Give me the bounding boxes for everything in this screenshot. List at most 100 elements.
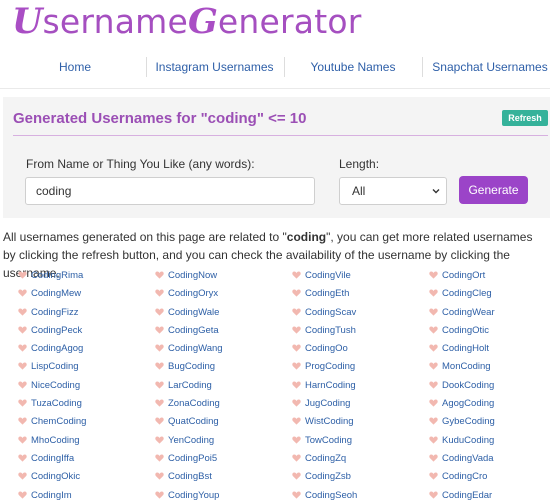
username-link[interactable]: CodingPeck [18,322,86,340]
username-link[interactable]: TuzaCoding [18,395,86,413]
username-link[interactable]: CodingMew [18,285,86,303]
refresh-button[interactable]: Refresh [502,110,548,126]
username-text: CodingScav [305,306,357,318]
username-link[interactable]: NiceCoding [18,377,86,395]
username-link[interactable]: CodingCro [429,468,495,486]
username-link[interactable]: DookCoding [429,377,495,395]
username-text: WistCoding [305,416,354,428]
username-link[interactable]: CodingBst [155,468,223,486]
username-text: CodingOo [305,343,348,355]
username-link[interactable]: CodingPoi5 [155,450,223,468]
nav-home[interactable]: Home [0,52,150,82]
length-select[interactable]: All [339,177,447,205]
username-link[interactable]: CodingWang [155,340,223,358]
username-text: ZonaCoding [168,398,220,410]
username-link[interactable]: CodingSeoh [292,487,357,502]
username-text: CodingCro [442,471,488,483]
username-text: CodingBst [168,471,212,483]
username-link[interactable]: CodingRima [18,267,86,285]
username-link[interactable]: CodingVada [429,450,495,468]
username-link[interactable]: ChemCoding [18,413,86,431]
heart-icon [292,308,301,316]
generate-button[interactable]: Generate [459,176,528,204]
username-link[interactable]: CodingZsb [292,468,357,486]
username-link[interactable]: CodingOryx [155,285,223,303]
username-link[interactable]: YenCoding [155,432,223,450]
username-link[interactable]: KuduCoding [429,432,495,450]
heart-icon [429,271,438,279]
username-link[interactable]: CodingEth [292,285,357,303]
username-link[interactable]: CodingScav [292,304,357,322]
username-link[interactable]: MhoCoding [18,432,86,450]
username-link[interactable]: CodingGeta [155,322,223,340]
heart-icon [155,399,164,407]
username-link[interactable]: CodingOtic [429,322,495,340]
username-link[interactable]: CodingWale [155,304,223,322]
username-text: MonCoding [442,361,491,373]
heart-icon [155,326,164,334]
username-text: CodingGeta [168,324,219,336]
username-text: CodingPeck [31,324,83,336]
username-link[interactable]: HarnCoding [292,377,357,395]
username-link[interactable]: TowCoding [292,432,357,450]
username-text: CodingWear [442,306,495,318]
nav-snapchat-usernames[interactable]: Snapchat Usernames [422,52,550,82]
username-link[interactable]: CodingVile [292,267,357,285]
username-link[interactable]: WistCoding [292,413,357,431]
name-input[interactable]: coding [25,177,315,205]
main-nav: Home Instagram Usernames Youtube Names S… [0,52,550,82]
username-text: DookCoding [442,379,495,391]
heart-icon [292,436,301,444]
username-link[interactable]: CodingOkic [18,468,86,486]
username-link[interactable]: CodingOrt [429,267,495,285]
username-text: CodingOrt [442,270,486,281]
username-link[interactable]: CodingIffa [18,450,86,468]
username-link[interactable]: CodingNow [155,267,223,285]
username-text: CodingTush [305,324,356,336]
username-link[interactable]: AgogCoding [429,395,495,413]
heart-icon [292,472,301,480]
site-logo[interactable]: U sername G enerator [12,2,362,42]
username-link[interactable]: CodingOo [292,340,357,358]
username-link[interactable]: CodingFizz [18,304,86,322]
username-text: CodingFizz [31,306,79,318]
username-link[interactable]: GybeCoding [429,413,495,431]
username-link[interactable]: MonCoding [429,358,495,376]
username-column-2: CodingNow CodingOryx CodingWale CodingGeta C… [155,267,223,502]
username-link[interactable]: CodingAgog [18,340,86,358]
heart-icon [155,308,164,316]
nav-instagram-usernames[interactable]: Instagram Usernames [146,52,283,82]
username-link[interactable]: CodingZq [292,450,357,468]
heart-icon [429,399,438,407]
username-text: CodingVada [442,452,494,464]
heart-icon [429,326,438,334]
username-text: TowCoding [305,434,352,446]
username-link[interactable]: CodingWear [429,304,495,322]
username-text: CodingMew [31,288,82,300]
username-link[interactable]: BugCoding [155,358,223,376]
heart-icon [18,344,27,352]
username-link[interactable]: CodingHolt [429,340,495,358]
name-field-label: From Name or Thing You Like (any words): [26,157,255,171]
username-text: CodingWang [168,343,223,355]
username-link[interactable]: LarCoding [155,377,223,395]
username-link[interactable]: JugCoding [292,395,357,413]
username-link[interactable]: CodingEdar [429,487,495,502]
username-link[interactable]: ZonaCoding [155,395,223,413]
username-text: TuzaCoding [31,398,82,410]
username-link[interactable]: CodingIm [18,487,86,502]
heart-icon [429,417,438,426]
username-text: HarnCoding [305,379,356,391]
heart-icon [18,326,27,334]
length-field-label: Length: [339,157,380,171]
username-link[interactable]: ProgCoding [292,358,357,376]
username-link[interactable]: CodingCleg [429,285,495,303]
heart-icon [292,326,301,334]
username-text: AgogCoding [442,398,495,410]
chevron-down-icon [432,189,440,194]
username-link[interactable]: QuatCoding [155,413,223,431]
username-link[interactable]: CodingTush [292,322,357,340]
username-link[interactable]: CodingYoup [155,487,223,502]
username-link[interactable]: LispCoding [18,358,86,376]
nav-youtube-names[interactable]: Youtube Names [284,52,422,82]
